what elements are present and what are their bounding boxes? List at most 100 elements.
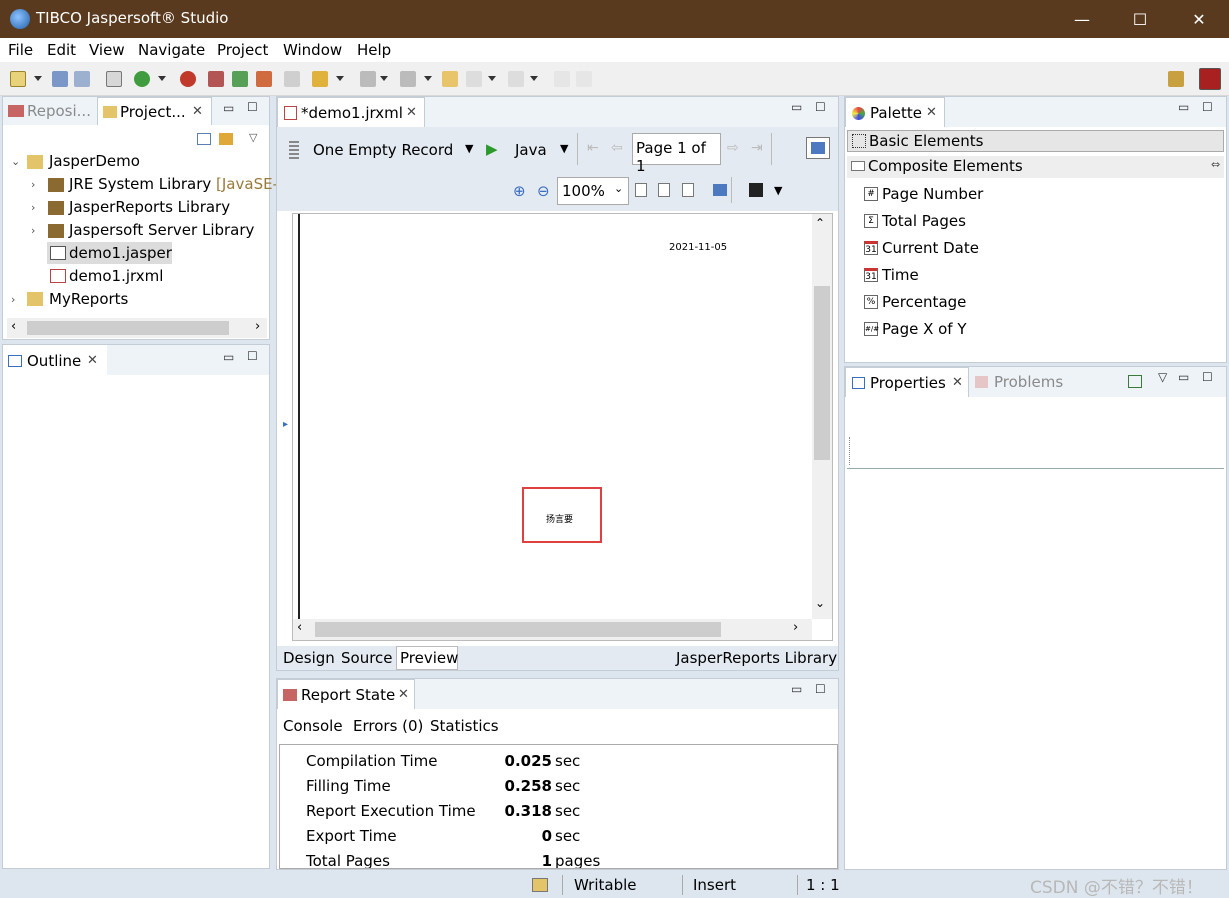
- last-edit-icon[interactable]: [442, 71, 458, 87]
- tab-demo1-jrxml[interactable]: *demo1.jrxml ✕: [277, 97, 425, 127]
- view-menu-icon[interactable]: ▽: [1158, 370, 1167, 384]
- page-indicator[interactable]: Page 1 of 1: [632, 133, 721, 175]
- last-page-icon[interactable]: ⇥: [751, 140, 763, 156]
- sync-icon[interactable]: [576, 71, 592, 87]
- save-report-icon[interactable]: [749, 183, 763, 197]
- tab-design[interactable]: Design: [283, 649, 335, 667]
- scroll-down-icon[interactable]: ⌄: [815, 596, 825, 610]
- minimize-view-icon[interactable]: ▭: [1178, 370, 1189, 384]
- back-dropdown-icon[interactable]: [488, 76, 496, 81]
- tab-repository[interactable]: Reposi...: [27, 102, 91, 120]
- zoom-in-icon[interactable]: ⊕: [513, 182, 526, 200]
- pin-view-icon[interactable]: [1128, 375, 1142, 388]
- tab-report-state[interactable]: Report State ✕: [277, 679, 415, 709]
- link-editor-icon[interactable]: [219, 133, 233, 145]
- new-dropdown-icon[interactable]: [34, 76, 42, 81]
- vertical-scrollbar-thumb[interactable]: [814, 286, 830, 460]
- report-design-perspective-icon[interactable]: [1199, 68, 1221, 90]
- minimize-editor-icon[interactable]: ▭: [791, 100, 802, 114]
- next-annotation-icon[interactable]: [360, 71, 376, 87]
- tree-item-demo1-jrxml[interactable]: demo1.jrxml: [69, 267, 163, 285]
- scroll-right-icon[interactable]: ›: [255, 319, 260, 334]
- palette-item-percentage[interactable]: Percentage: [882, 293, 966, 311]
- scrollbar-thumb[interactable]: [315, 622, 721, 637]
- first-page-icon[interactable]: ⇤: [587, 140, 599, 156]
- maximize-view-icon[interactable]: ☐: [247, 100, 258, 114]
- expand-jasperreports-icon[interactable]: ›: [31, 201, 35, 214]
- menu-window[interactable]: Window: [283, 41, 342, 59]
- expand-myreports-icon[interactable]: ›: [11, 293, 15, 306]
- open-perspective-icon[interactable]: [1168, 71, 1184, 87]
- new-report-icon[interactable]: [208, 71, 224, 87]
- expand-jre-icon[interactable]: ›: [31, 178, 35, 191]
- save-icon[interactable]: [52, 71, 68, 87]
- datasource-select[interactable]: One Empty Record: [313, 141, 453, 159]
- save-all-icon[interactable]: [74, 71, 90, 87]
- palette-item-time[interactable]: Time: [882, 266, 919, 284]
- palette-item-page-x-of-y[interactable]: Page X of Y: [882, 320, 967, 338]
- tab-palette[interactable]: Palette ✕: [845, 97, 945, 127]
- tab-errors[interactable]: Errors (0): [353, 717, 423, 735]
- pin-icon[interactable]: [554, 71, 570, 87]
- tree-item-jasperdemo[interactable]: JasperDemo: [49, 152, 140, 170]
- compile-icon[interactable]: [106, 71, 122, 87]
- prev-annotation-icon[interactable]: [400, 71, 416, 87]
- close-tab-icon[interactable]: ✕: [192, 104, 203, 119]
- tree-item-myreports[interactable]: MyReports: [49, 290, 128, 308]
- previous-page-icon[interactable]: ⇦: [611, 140, 623, 156]
- forward-icon[interactable]: [508, 71, 524, 87]
- palette-group-basic-elements[interactable]: Basic Elements: [847, 130, 1224, 152]
- scroll-up-icon[interactable]: ⌃: [815, 216, 825, 230]
- language-dropdown-icon[interactable]: ▼: [560, 142, 568, 155]
- tab-source[interactable]: Source: [341, 649, 393, 667]
- maximize-editor-icon[interactable]: ☐: [815, 100, 826, 114]
- collapse-group-icon[interactable]: ⇔: [1211, 158, 1220, 171]
- run-report-icon[interactable]: ▶: [486, 140, 498, 158]
- new-adapter-icon[interactable]: [232, 71, 248, 87]
- expand-sidebar-icon[interactable]: ▸: [283, 419, 288, 430]
- toggle-sidebar-button[interactable]: [806, 137, 830, 159]
- wand-dropdown-icon[interactable]: [336, 76, 344, 81]
- scroll-left-icon[interactable]: ‹: [11, 319, 16, 334]
- save-dropdown-icon[interactable]: ▼: [774, 184, 782, 197]
- datasource-dropdown-icon[interactable]: ▼: [465, 142, 473, 155]
- close-tab-icon[interactable]: ✕: [926, 105, 937, 120]
- zoom-out-icon[interactable]: ⊖: [537, 182, 550, 200]
- scroll-left-icon[interactable]: ‹: [297, 620, 302, 635]
- tab-project-explorer[interactable]: Project... ✕: [97, 97, 212, 125]
- palette-item-total-pages[interactable]: Total Pages: [882, 212, 966, 230]
- minimize-view-icon[interactable]: ▭: [1178, 100, 1189, 114]
- fit-page-icon[interactable]: [635, 183, 647, 197]
- forward-dropdown-icon[interactable]: [530, 76, 538, 81]
- tab-properties[interactable]: Properties ✕: [845, 367, 969, 397]
- close-tab-icon[interactable]: ✕: [406, 105, 417, 120]
- scroll-right-icon[interactable]: ›: [793, 620, 798, 635]
- debug-icon[interactable]: [180, 71, 196, 87]
- run-icon[interactable]: [134, 71, 150, 87]
- run-dropdown-icon[interactable]: [158, 76, 166, 81]
- menu-view[interactable]: View: [89, 41, 125, 59]
- menu-project[interactable]: Project: [217, 41, 268, 59]
- horizontal-scrollbar[interactable]: ‹ ›: [7, 318, 267, 338]
- close-tab-icon[interactable]: ✕: [952, 375, 963, 390]
- maximize-view-icon[interactable]: ☐: [815, 682, 826, 696]
- zoom-select[interactable]: 100% ⌄: [557, 177, 629, 205]
- tab-problems[interactable]: Problems: [994, 373, 1063, 391]
- expand-server-library-icon[interactable]: ›: [31, 224, 35, 237]
- view-menu-icon[interactable]: ▽: [249, 131, 257, 144]
- tree-item-demo1-jasper[interactable]: demo1.jasper: [69, 244, 172, 262]
- tab-console[interactable]: Console: [283, 717, 343, 735]
- back-icon[interactable]: [466, 71, 482, 87]
- expand-jasperdemo-icon[interactable]: ⌄: [11, 155, 20, 168]
- minimize-button[interactable]: —: [1053, 0, 1111, 38]
- tree-item-jre-system-library[interactable]: JRE System Library [JavaSE-: [69, 175, 278, 193]
- minimize-view-icon[interactable]: ▭: [791, 682, 802, 696]
- close-tab-icon[interactable]: ✕: [87, 353, 98, 368]
- horizontal-scrollbar[interactable]: ‹ ›: [293, 619, 812, 640]
- tree-item-jasperreports-library[interactable]: JasperReports Library: [69, 198, 230, 216]
- collapse-all-icon[interactable]: [197, 133, 211, 145]
- palette-group-composite-elements[interactable]: Composite Elements ⇔: [847, 156, 1224, 178]
- palette-item-current-date[interactable]: Current Date: [882, 239, 979, 257]
- actual-size-icon[interactable]: [682, 183, 694, 197]
- maximize-view-icon[interactable]: ☐: [1202, 100, 1213, 114]
